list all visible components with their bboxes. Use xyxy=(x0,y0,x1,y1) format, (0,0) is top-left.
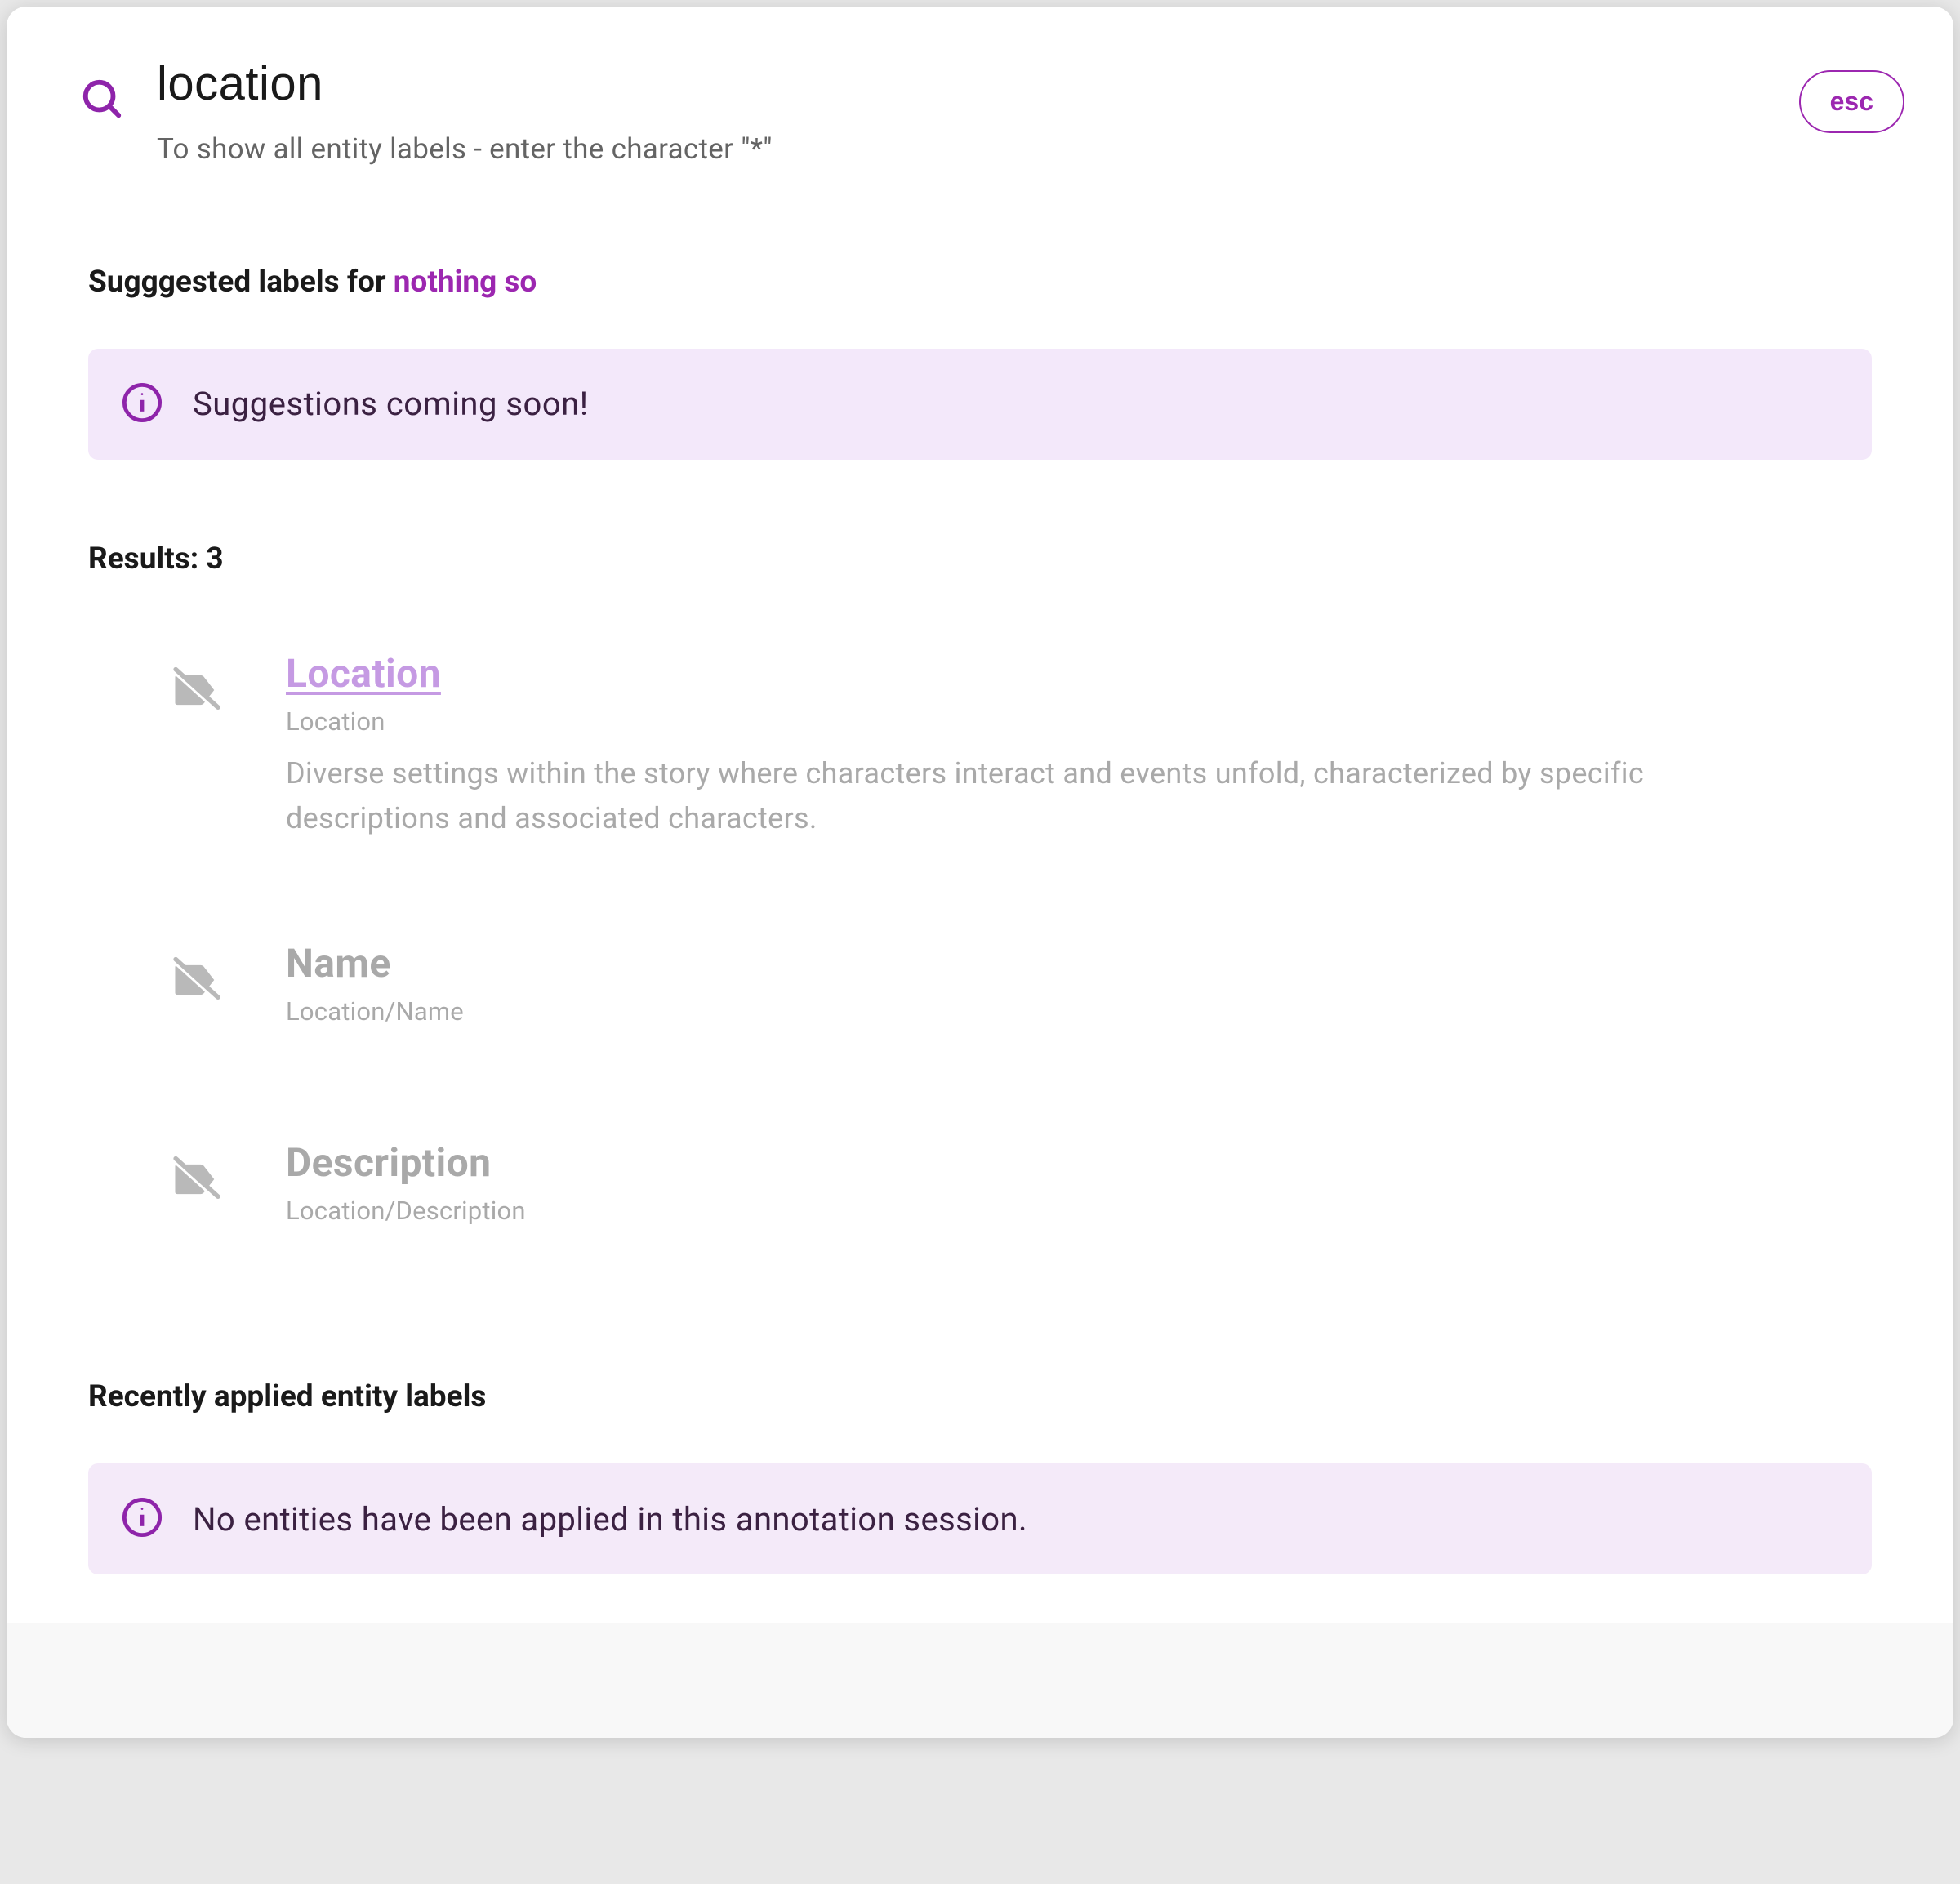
suggested-highlight: nothing so xyxy=(394,265,537,300)
result-path: Location/Description xyxy=(286,1196,1872,1226)
label-off-icon xyxy=(170,955,220,1009)
search-input[interactable] xyxy=(157,56,1766,113)
result-body: Location Location Diverse settings withi… xyxy=(286,650,1872,843)
result-title: Location xyxy=(286,650,1872,697)
result-title: Description xyxy=(286,1139,1872,1186)
suggested-labels-heading: Sugggested labels for nothing so xyxy=(88,265,1872,300)
suggested-prefix: Sugggested labels for xyxy=(88,265,394,300)
result-item[interactable]: Location Location Diverse settings withi… xyxy=(170,650,1872,843)
info-icon xyxy=(121,1496,163,1542)
result-description: Diverse settings within the story where … xyxy=(286,751,1674,843)
suggestions-banner: Suggestions coming soon! xyxy=(88,349,1872,460)
results-count: Results: 3 xyxy=(88,541,1872,577)
label-off-icon xyxy=(170,1154,220,1208)
esc-button[interactable]: esc xyxy=(1799,70,1904,133)
search-hint: To show all entity labels - enter the ch… xyxy=(157,132,1766,166)
footer-space xyxy=(7,1623,1953,1738)
result-body: Description Location/Description xyxy=(286,1139,1872,1240)
search-text-block: To show all entity labels - enter the ch… xyxy=(157,56,1766,166)
result-path: Location/Name xyxy=(286,996,1872,1027)
recent-heading: Recently applied entity labels xyxy=(88,1379,1872,1414)
recent-banner: No entities have been applied in this an… xyxy=(88,1463,1872,1574)
search-header: To show all entity labels - enter the ch… xyxy=(7,7,1953,207)
result-path: Location xyxy=(286,706,1872,737)
search-icon xyxy=(80,77,124,124)
result-item[interactable]: Description Location/Description xyxy=(170,1139,1872,1240)
modal-body: Sugggested labels for nothing so Suggest… xyxy=(7,207,1953,1624)
result-list: Location Location Diverse settings withi… xyxy=(88,650,1872,1241)
recent-banner-text: No entities have been applied in this an… xyxy=(193,1500,1027,1539)
result-title: Name xyxy=(286,940,1872,987)
entity-search-modal: To show all entity labels - enter the ch… xyxy=(7,7,1953,1738)
info-icon xyxy=(121,381,163,427)
suggestions-banner-text: Suggestions coming soon! xyxy=(193,385,589,423)
label-off-icon xyxy=(170,665,220,719)
result-body: Name Location/Name xyxy=(286,940,1872,1041)
result-item[interactable]: Name Location/Name xyxy=(170,940,1872,1041)
